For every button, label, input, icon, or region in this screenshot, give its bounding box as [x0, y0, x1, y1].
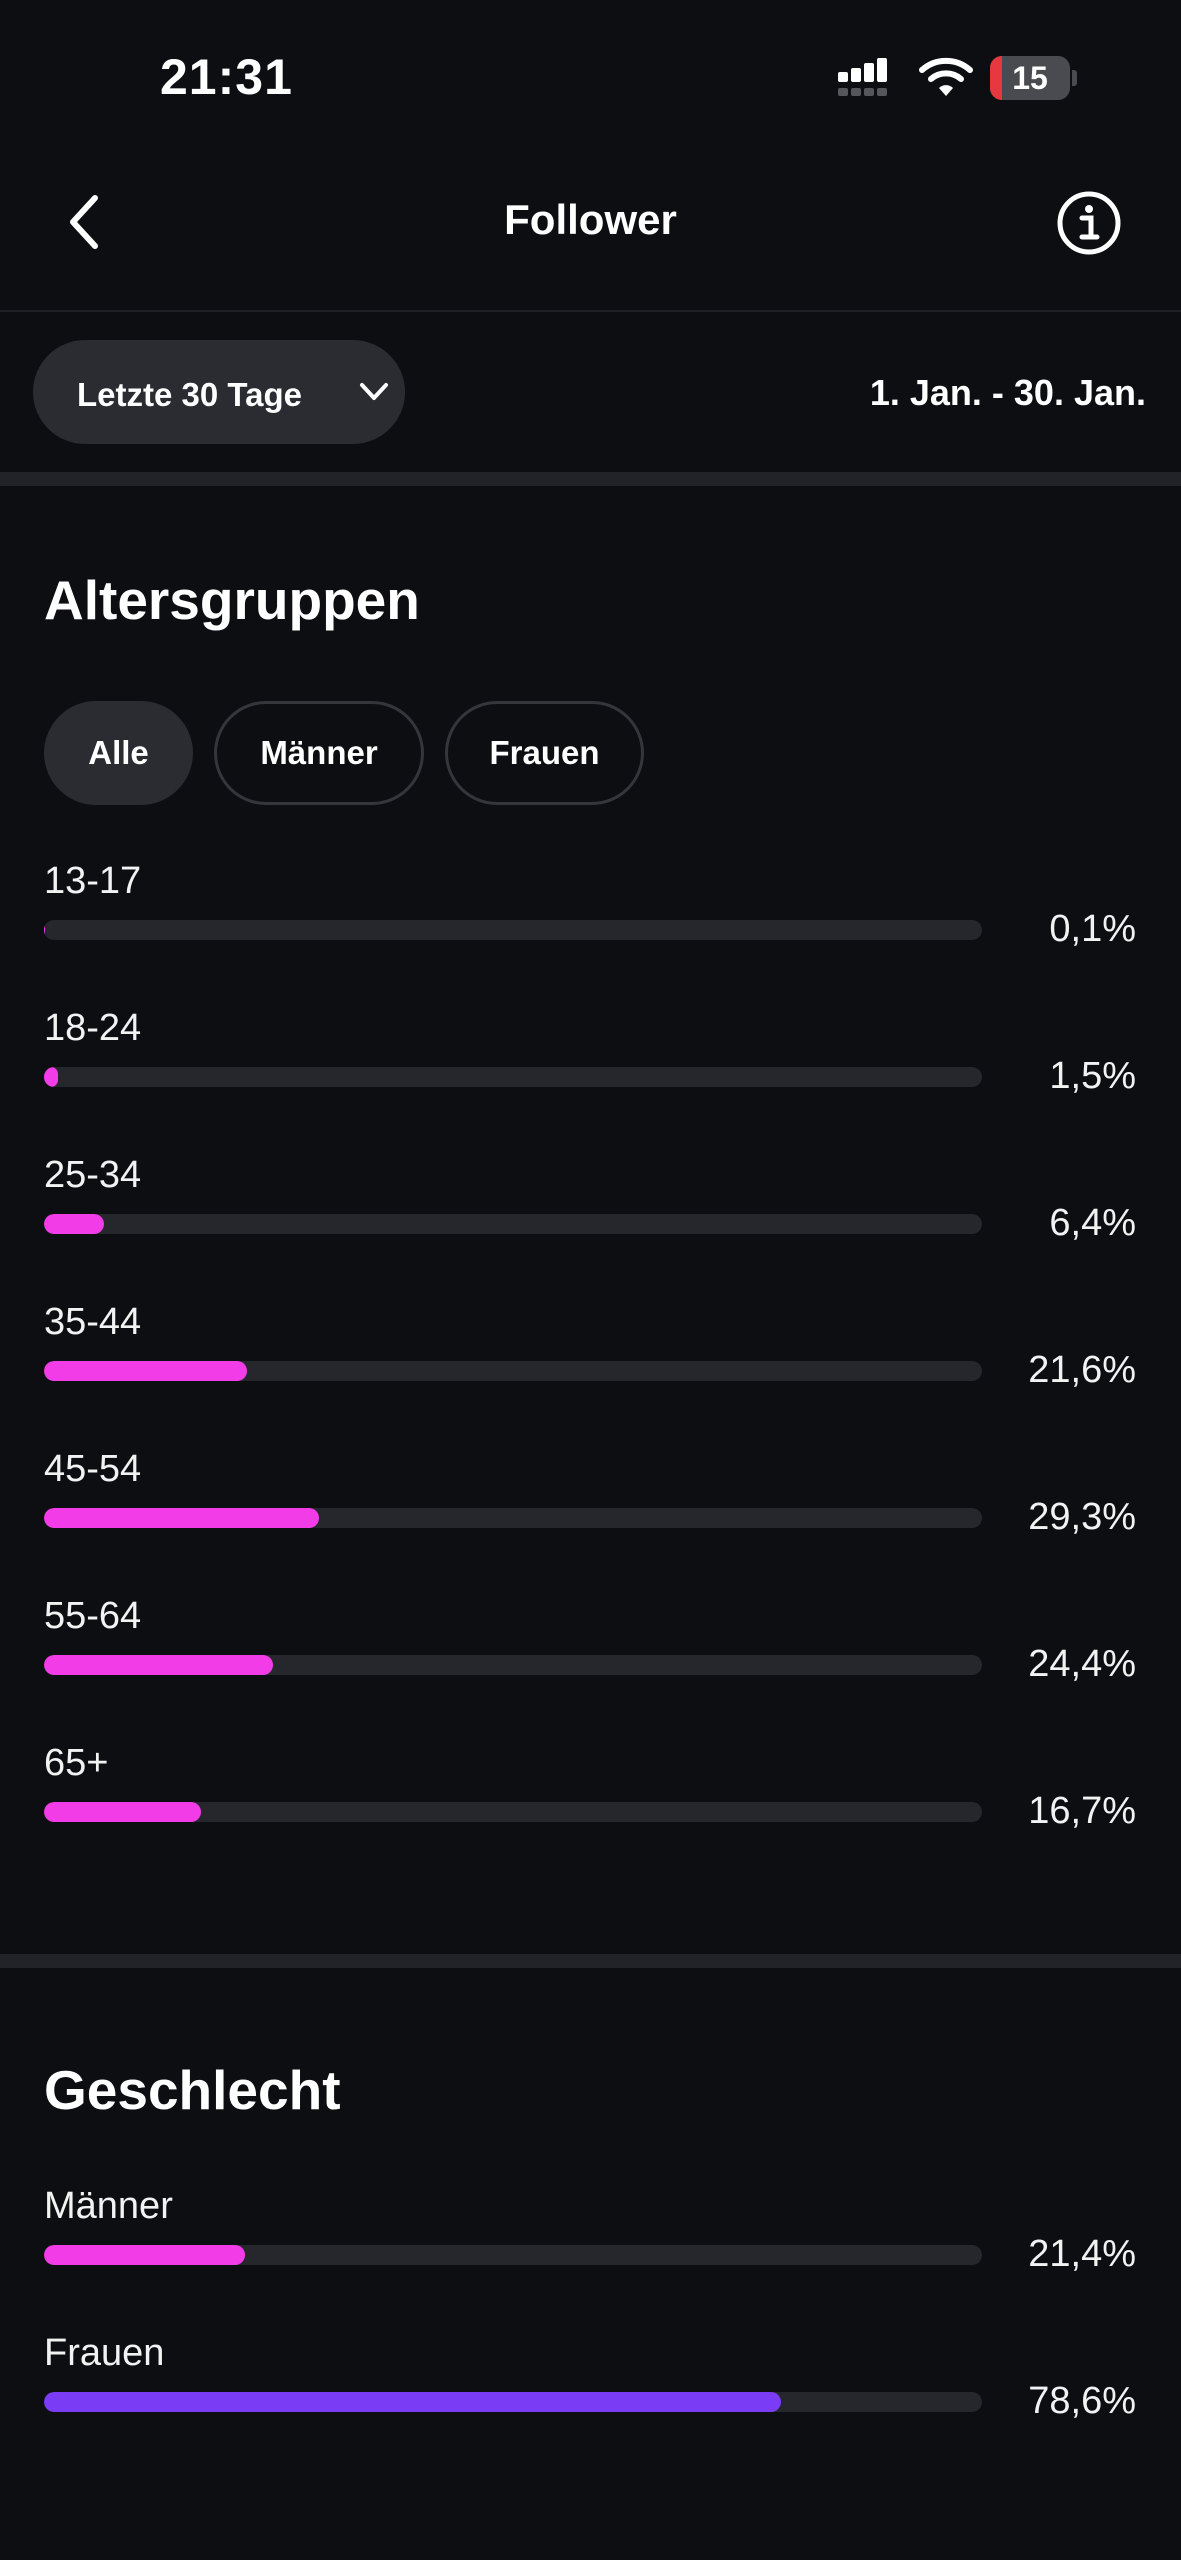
age-group-bar-track: [44, 1655, 982, 1675]
gender-bar-fill: [44, 2392, 782, 2412]
battery-level: 15: [1012, 60, 1048, 96]
age-group-value: 29,3%: [1028, 1496, 1136, 1538]
age-group-value: 0,1%: [1049, 908, 1136, 950]
gender-bar-fill: [44, 2245, 245, 2265]
status-bar: 21:31 15: [0, 0, 1181, 150]
age-group-bar-fill: [44, 1802, 201, 1822]
chevron-down-icon: [360, 383, 388, 400]
age-group-label: 25-34: [44, 1154, 142, 1196]
tab-all[interactable]: Alle: [44, 701, 193, 805]
age-group-bar-fill: [44, 920, 45, 940]
age-group-label: 55-64: [44, 1595, 142, 1637]
age-group-value: 16,7%: [1028, 1790, 1136, 1832]
age-group-bar-fill: [44, 1214, 105, 1234]
age-group-value: 24,4%: [1028, 1643, 1136, 1685]
age-group-value: 6,4%: [1049, 1202, 1136, 1244]
age-group-bar-track: [44, 1361, 982, 1381]
gender-value: 78,6%: [1028, 2380, 1136, 2422]
info-icon[interactable]: [1056, 190, 1122, 256]
wifi-icon: [919, 57, 973, 96]
navigation-bar: Follower: [0, 150, 1181, 312]
age-group-label: 13-17: [44, 860, 142, 902]
status-time: 21:31: [160, 49, 293, 105]
age-group-label: 18-24: [44, 1007, 142, 1049]
gender-value: 21,4%: [1028, 2233, 1136, 2275]
age-group-bar-track: [44, 1214, 982, 1234]
date-range-dropdown[interactable]: Letzte 30 Tage: [33, 340, 405, 444]
tab-men[interactable]: Männer: [214, 701, 424, 805]
gender-title: Geschlecht: [44, 2059, 341, 2121]
age-group-bar-fill: [44, 1655, 273, 1675]
gender-bar-track: [44, 2245, 982, 2265]
gender-label: Frauen: [44, 2332, 165, 2374]
age-group-bar-track: [44, 1508, 982, 1528]
age-group-bar-track: [44, 1067, 982, 1087]
date-range-text: 1. Jan. - 30. Jan.: [869, 372, 1146, 413]
gender-bar-track: [44, 2392, 982, 2412]
back-chevron-icon[interactable]: [55, 190, 119, 254]
age-group-bar-fill: [44, 1361, 247, 1381]
filter-row: Letzte 30 Tage 1. Jan. - 30. Jan.: [0, 312, 1181, 472]
tab-women-label: Frauen: [489, 734, 600, 771]
section-divider: [0, 1954, 1181, 1968]
gender-label: Männer: [44, 2185, 173, 2227]
date-range-dropdown-label: Letzte 30 Tage: [77, 376, 302, 413]
age-group-value: 21,6%: [1028, 1349, 1136, 1391]
page-title: Follower: [504, 196, 677, 243]
battery-indicator: 15: [990, 56, 1077, 100]
tab-women[interactable]: Frauen: [445, 701, 644, 805]
cellular-signal-icon: [838, 58, 887, 96]
section-divider: [0, 472, 1181, 486]
tab-all-label: Alle: [88, 734, 149, 771]
age-group-label: 45-54: [44, 1448, 142, 1490]
age-group-bar-fill: [44, 1067, 59, 1087]
age-group-bar-track: [44, 920, 982, 940]
age-group-bar-track: [44, 1802, 982, 1822]
age-group-bar-fill: [44, 1508, 319, 1528]
age-group-value: 1,5%: [1049, 1055, 1136, 1097]
age-group-label: 35-44: [44, 1301, 142, 1343]
age-groups-title: Altersgruppen: [44, 569, 420, 631]
age-group-label: 65+: [44, 1742, 109, 1784]
tab-men-label: Männer: [260, 734, 378, 771]
